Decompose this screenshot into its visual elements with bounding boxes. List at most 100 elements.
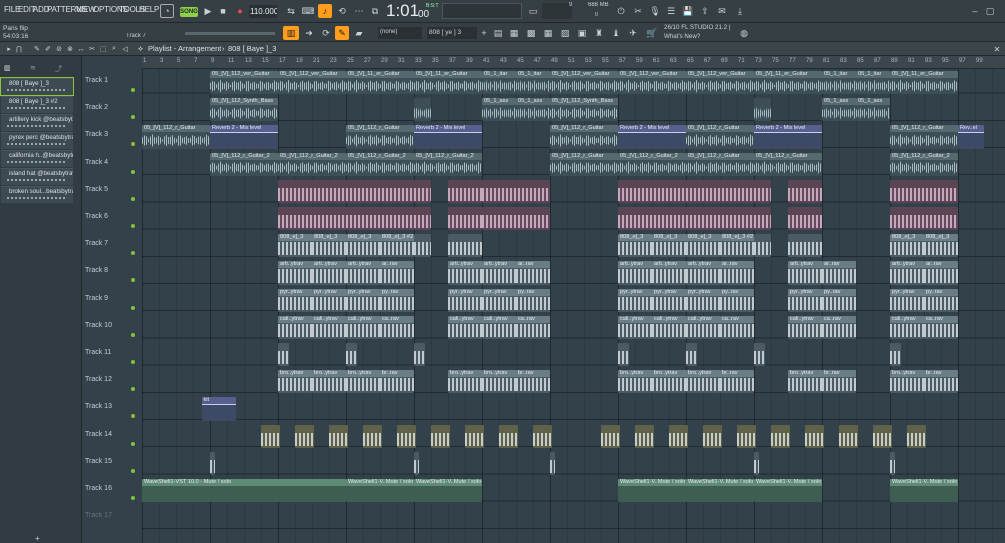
loop-record-icon[interactable]: ⟲ [335,4,349,18]
stop-icon[interactable]: ■ [216,4,230,18]
playlist-clip[interactable]: br..rav [516,370,550,394]
playlist-clip[interactable]: bro..ytrav [482,370,516,394]
pattern-item[interactable]: broken soul...beatsbytrav [1,186,73,203]
playlist-clip[interactable]: 05_[V]_112_r_Guitar_2 [210,152,278,176]
playlist-clip[interactable]: bro..ytrav [278,370,312,394]
playlist-clip[interactable]: cali..ytrav [686,315,720,339]
step-edit-icon[interactable]: ♪ [318,4,332,18]
playlist-clip[interactable]: ar..rav [380,261,414,285]
pencil-icon[interactable]: ✎ [335,26,349,40]
playlist-clip[interactable]: 808_e]_3 [618,234,652,258]
tempo-field[interactable]: 110.000 [249,5,277,18]
playlist-clip[interactable]: 05_[V]_112_r_Guitar_2 [346,152,414,176]
track-mute-led[interactable] [131,387,135,392]
track-name[interactable]: Track 2 [85,104,108,111]
playlist-clip[interactable]: bro..ytrav [686,370,720,394]
track-mute-led[interactable] [131,169,135,174]
playlist-clip[interactable]: 05_[V]_112_r_Guitar_2 [414,152,482,176]
playlist-clip[interactable]: bro..ytrav [618,370,652,394]
playlist-clip[interactable] [533,424,552,448]
track-mute-led[interactable] [131,496,135,500]
microphone-icon[interactable]: 🎙 [648,4,662,18]
pattern-item[interactable]: 808 [ Baye ]_3 [0,77,74,96]
track-name[interactable]: Track 13 [85,403,112,410]
playlist-clip[interactable] [278,207,414,231]
playlist-clip[interactable]: br..rav [924,370,958,394]
pattern-select[interactable]: 808 [ ye ] 3 [427,27,477,39]
playlist-clip[interactable]: pyr..ytrav [890,288,924,312]
track-name[interactable]: Track 15 [85,458,112,465]
playlist-clip[interactable] [788,207,822,231]
playlist-clip[interactable] [907,424,926,448]
playlist-clip[interactable]: arti..ytrav [890,261,924,285]
playlist-clip[interactable]: pyr..ytrav [686,288,720,312]
track-name[interactable]: Track 1 [85,77,108,84]
playlist-clip[interactable]: pyr..ytrav [482,288,516,312]
playlist-clip[interactable]: Reverb 2 - Mix level [414,125,482,149]
song-mode-button[interactable]: SONG [180,7,198,17]
playlist-clip[interactable]: ar..rav [720,261,754,285]
playlist-clip[interactable] [703,424,722,448]
playlist-clip[interactable]: 05_[V]_112_r_Guitar [754,152,822,176]
playlist-clip[interactable]: Reverb 2 - Mix level [618,125,686,149]
audio-settings-icon[interactable]: ✂ [631,4,645,18]
playlist-clip[interactable] [771,424,790,448]
playlist-clip[interactable]: py..rav [380,288,414,312]
minimize-icon[interactable]: – [968,4,982,18]
playlist-clip[interactable]: Rev..el [958,125,984,149]
playlist-clip[interactable]: 05_[V]_112_r_Guitar [142,125,210,149]
playlist-clip[interactable]: WaveShell1-V..Mute / solo [414,479,482,503]
audio-clip-icon[interactable]: ≋ [30,64,36,72]
playlist-clip[interactable]: Reverb 2 - Mix level [754,125,822,149]
playlist-clip[interactable]: pyr..ytrav [346,288,380,312]
playlist-clip[interactable] [482,207,550,231]
playlist-clip[interactable]: 05_[V]_11_er_Guitar [890,71,958,95]
playlist-clip[interactable] [414,343,426,367]
playlist-clip[interactable]: 05_[V]_112_r_Guitar [550,125,618,149]
globe-icon[interactable]: ◍ [737,26,751,40]
pattern-song-icon[interactable]: ⇆ [284,4,298,18]
playback-tool-icon[interactable]: ◁ [118,42,132,56]
recording-filter-icon[interactable]: ▭ [526,4,540,18]
playlist-clip[interactable]: bro..ytrav [788,370,822,394]
playlist-clip[interactable] [839,424,858,448]
playlist-clip[interactable]: pyr..ytrav [312,288,346,312]
playlist-clip[interactable] [890,343,902,367]
playlist-clip[interactable]: cali..ytrav [346,315,380,339]
playlist-clip[interactable] [754,98,771,122]
snap-select[interactable]: (none) [378,27,422,39]
playlist-clip[interactable]: 05_[V]_112_r_Guitar [550,152,618,176]
play-icon[interactable]: ▶ [201,4,215,18]
pattern-item[interactable]: island hat @beatsbytrav [1,168,73,185]
playlist-clip[interactable] [414,179,431,203]
playlist-clip[interactable] [754,207,771,231]
playlist-clip[interactable]: pyr..ytrav [788,288,822,312]
playlist-clip[interactable]: 05_1_ass [856,98,890,122]
playlist-clip[interactable] [278,343,290,367]
playlist-clip[interactable]: br..rav [720,370,754,394]
playlist-clip[interactable] [448,179,482,203]
playlist-clip[interactable]: ar..rav [516,261,550,285]
track-mute-led[interactable] [131,414,135,419]
playlist-clip[interactable]: cali..ytrav [618,315,652,339]
blend-icon[interactable]: ⧉ [368,4,382,18]
playlist-clip[interactable]: py..rav [924,288,958,312]
track-name[interactable]: Track 17 [85,512,112,519]
playlist-clip[interactable]: cali..ytrav [278,315,312,339]
track-mute-led[interactable] [131,278,135,283]
download-icon[interactable]: ⤓ [733,4,747,18]
track-mute-led[interactable] [131,332,135,337]
playlist-clip[interactable]: 808_e]_3 [278,234,312,258]
playlist-clip[interactable]: 808_e]_3 [686,234,720,258]
playlist-clip[interactable]: 05_[V]_112_r_Guitar [686,152,754,176]
track-mute-led[interactable] [131,196,135,201]
playlist-clip[interactable] [618,207,754,231]
template-icon[interactable]: ✈ [626,26,640,40]
playlist-clip[interactable] [754,451,760,475]
playlist-clip[interactable]: 05_[V]_112_r_Guitar [346,125,414,149]
pattern-item[interactable]: california h..@beatsbytrav [1,150,73,167]
playlist-clip[interactable]: 808_e]_3 #2 [720,234,754,258]
playlist-view-icon[interactable]: ▥ [283,26,299,40]
playlist-clip[interactable]: 05_[V]_11_er_Guitar [346,71,414,95]
playlist-clip[interactable] [754,179,771,203]
